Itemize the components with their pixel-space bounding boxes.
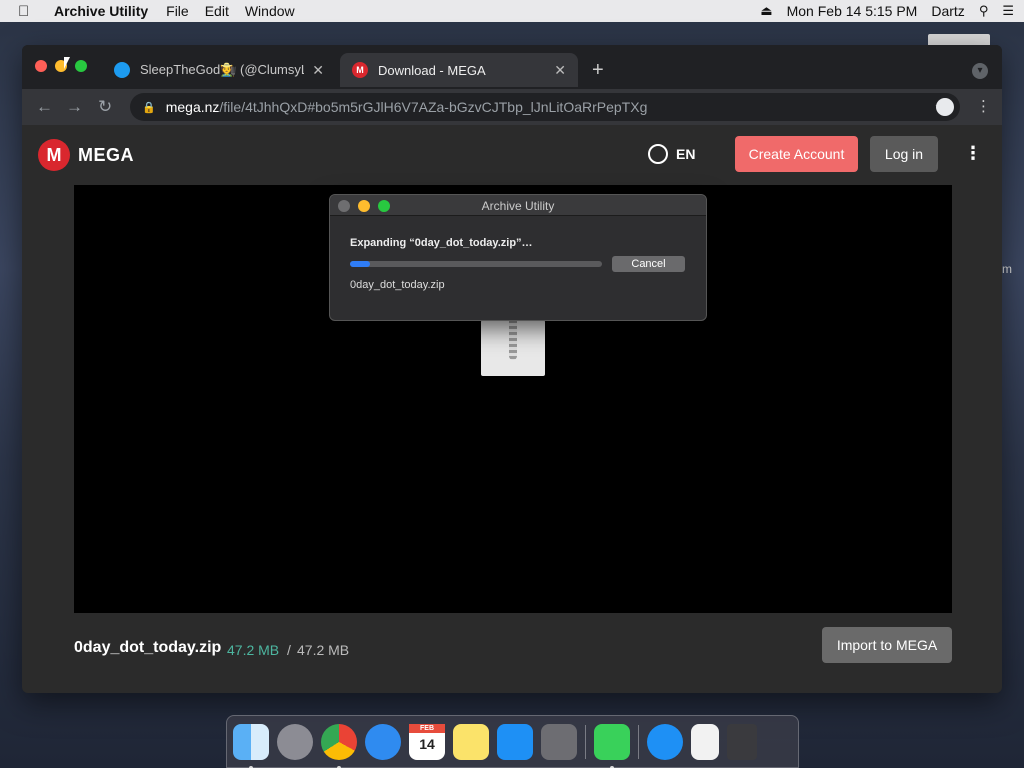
file-info-bar: 0day_dot_today.zip 47.2 MB / 47.2 MB Imp… <box>74 621 952 677</box>
eject-icon[interactable]: ⏏ <box>760 3 772 19</box>
tab-title: SleepTheGod🧑‍🌾 (@ClumsyLul <box>140 62 305 77</box>
archive-utility-dialog: Archive Utility Expanding “0day_dot_toda… <box>329 194 707 321</box>
tab-title: Download - MEGA <box>378 62 486 78</box>
app-store-icon[interactable] <box>497 723 533 760</box>
archive-utility-icon[interactable] <box>594 723 630 768</box>
zip-document-icon[interactable] <box>691 723 719 760</box>
menu-app-name[interactable]: Archive Utility <box>54 3 148 19</box>
tab-close-icon[interactable]: ✕ <box>554 62 566 79</box>
menu-file[interactable]: File <box>166 3 189 19</box>
browser-window: SleepTheGod🧑‍🌾 (@ClumsyLul ✕ M Download … <box>22 45 1002 693</box>
menu-window[interactable]: Window <box>245 3 295 19</box>
zipper-icon <box>509 320 517 360</box>
notification-center-icon[interactable]: ☰ <box>1002 3 1014 19</box>
address-bar[interactable]: 🔒 mega.nz /file/4tJhhQxD#bo5m5rGJlH6V7AZ… <box>130 93 960 121</box>
expanding-message: Expanding “0day_dot_today.zip”… <box>350 237 533 249</box>
size-separator: / <box>287 642 291 658</box>
zip-file-icon <box>481 320 545 376</box>
forward-icon[interactable]: → <box>66 97 83 117</box>
apple-icon[interactable]:  <box>18 3 38 20</box>
progress-bar <box>350 261 602 267</box>
menu-bar:  Archive Utility File Edit Window ⏏ Mon… <box>0 0 1024 22</box>
cancel-button[interactable]: Cancel <box>612 256 685 272</box>
menu-user[interactable]: Dartz <box>931 3 964 19</box>
mouse-cursor-icon <box>64 57 70 69</box>
profile-icon[interactable] <box>936 98 954 116</box>
dialog-file-name: 0day_dot_today.zip <box>350 279 445 291</box>
lock-icon[interactable]: 🔒 <box>142 101 156 114</box>
tab-mega[interactable]: M Download - MEGA ✕ <box>340 53 578 87</box>
total-size: 47.2 MB <box>297 642 350 658</box>
browser-toolbar: ← → ↻ 🔒 mega.nz /file/4tJhhQxD#bo5m5rGJl… <box>22 89 1002 125</box>
window-close-button[interactable] <box>35 60 47 72</box>
dock-separator <box>638 724 639 759</box>
window-zoom-button[interactable] <box>75 60 87 72</box>
mega-logo-text[interactable]: MEGA <box>78 145 134 166</box>
dialog-title: Archive Utility <box>481 199 555 213</box>
menu-bar-status: ⏏ Mon Feb 14 5:15 PM Dartz ⚲ ☰ <box>760 3 1014 19</box>
back-icon[interactable]: ← <box>36 97 53 117</box>
dialog-titlebar[interactable]: Archive Utility <box>330 195 706 216</box>
reload-icon[interactable]: ↻ <box>98 97 112 117</box>
tab-twitter[interactable]: SleepTheGod🧑‍🌾 (@ClumsyLul ✕ <box>102 53 336 87</box>
file-name: 0day_dot_today.zip <box>74 639 222 656</box>
app-store-downloads-icon[interactable] <box>647 723 683 760</box>
new-tab-icon[interactable]: + <box>592 59 604 82</box>
safari-icon[interactable] <box>365 723 401 760</box>
twitter-icon <box>114 62 130 78</box>
url-host: mega.nz <box>165 99 220 115</box>
menu-datetime[interactable]: Mon Feb 14 5:15 PM <box>787 3 918 19</box>
calendar-month: FEB <box>409 723 445 733</box>
finder-icon[interactable] <box>233 723 269 768</box>
mega-icon: M <box>352 62 368 78</box>
chrome-icon[interactable] <box>321 723 357 768</box>
tab-strip: SleepTheGod🧑‍🌾 (@ClumsyLul ✕ M Download … <box>22 45 1002 89</box>
desktop-partial-text: m <box>1002 262 1012 276</box>
downloaded-size: 47.2 MB <box>227 642 280 658</box>
progress-fill <box>350 261 371 267</box>
tab-close-icon[interactable]: ✕ <box>312 62 324 79</box>
calendar-icon[interactable]: FEB 14 <box>409 723 445 760</box>
dock-separator <box>585 724 586 759</box>
notes-icon[interactable] <box>453 723 489 760</box>
mega-logo-icon[interactable]: M <box>38 139 70 171</box>
system-preferences-icon[interactable] <box>541 723 577 760</box>
menu-edit[interactable]: Edit <box>205 3 229 19</box>
tab-search-icon[interactable]: ▾ <box>972 63 988 79</box>
globe-icon[interactable] <box>648 144 668 164</box>
dock: FEB 14 <box>226 715 799 768</box>
url-path: /file/4tJhhQxD#bo5m5rGJlH6V7AZa-bGzvCJTb… <box>219 99 648 115</box>
spotlight-search-icon[interactable]: ⚲ <box>979 3 989 19</box>
language-selector[interactable]: EN <box>676 146 695 162</box>
create-account-button[interactable]: Create Account <box>735 136 858 172</box>
mega-header: M MEGA EN Create Account Log in ⋮ <box>22 125 1002 185</box>
calendar-day: 14 <box>419 735 435 752</box>
launchpad-icon[interactable] <box>277 723 313 760</box>
login-button[interactable]: Log in <box>870 136 938 172</box>
trash-icon[interactable] <box>727 723 757 760</box>
mega-menu-icon[interactable]: ⋮ <box>964 143 982 164</box>
import-to-mega-button[interactable]: Import to MEGA <box>822 627 952 663</box>
browser-menu-icon[interactable]: ⋮ <box>976 97 991 115</box>
